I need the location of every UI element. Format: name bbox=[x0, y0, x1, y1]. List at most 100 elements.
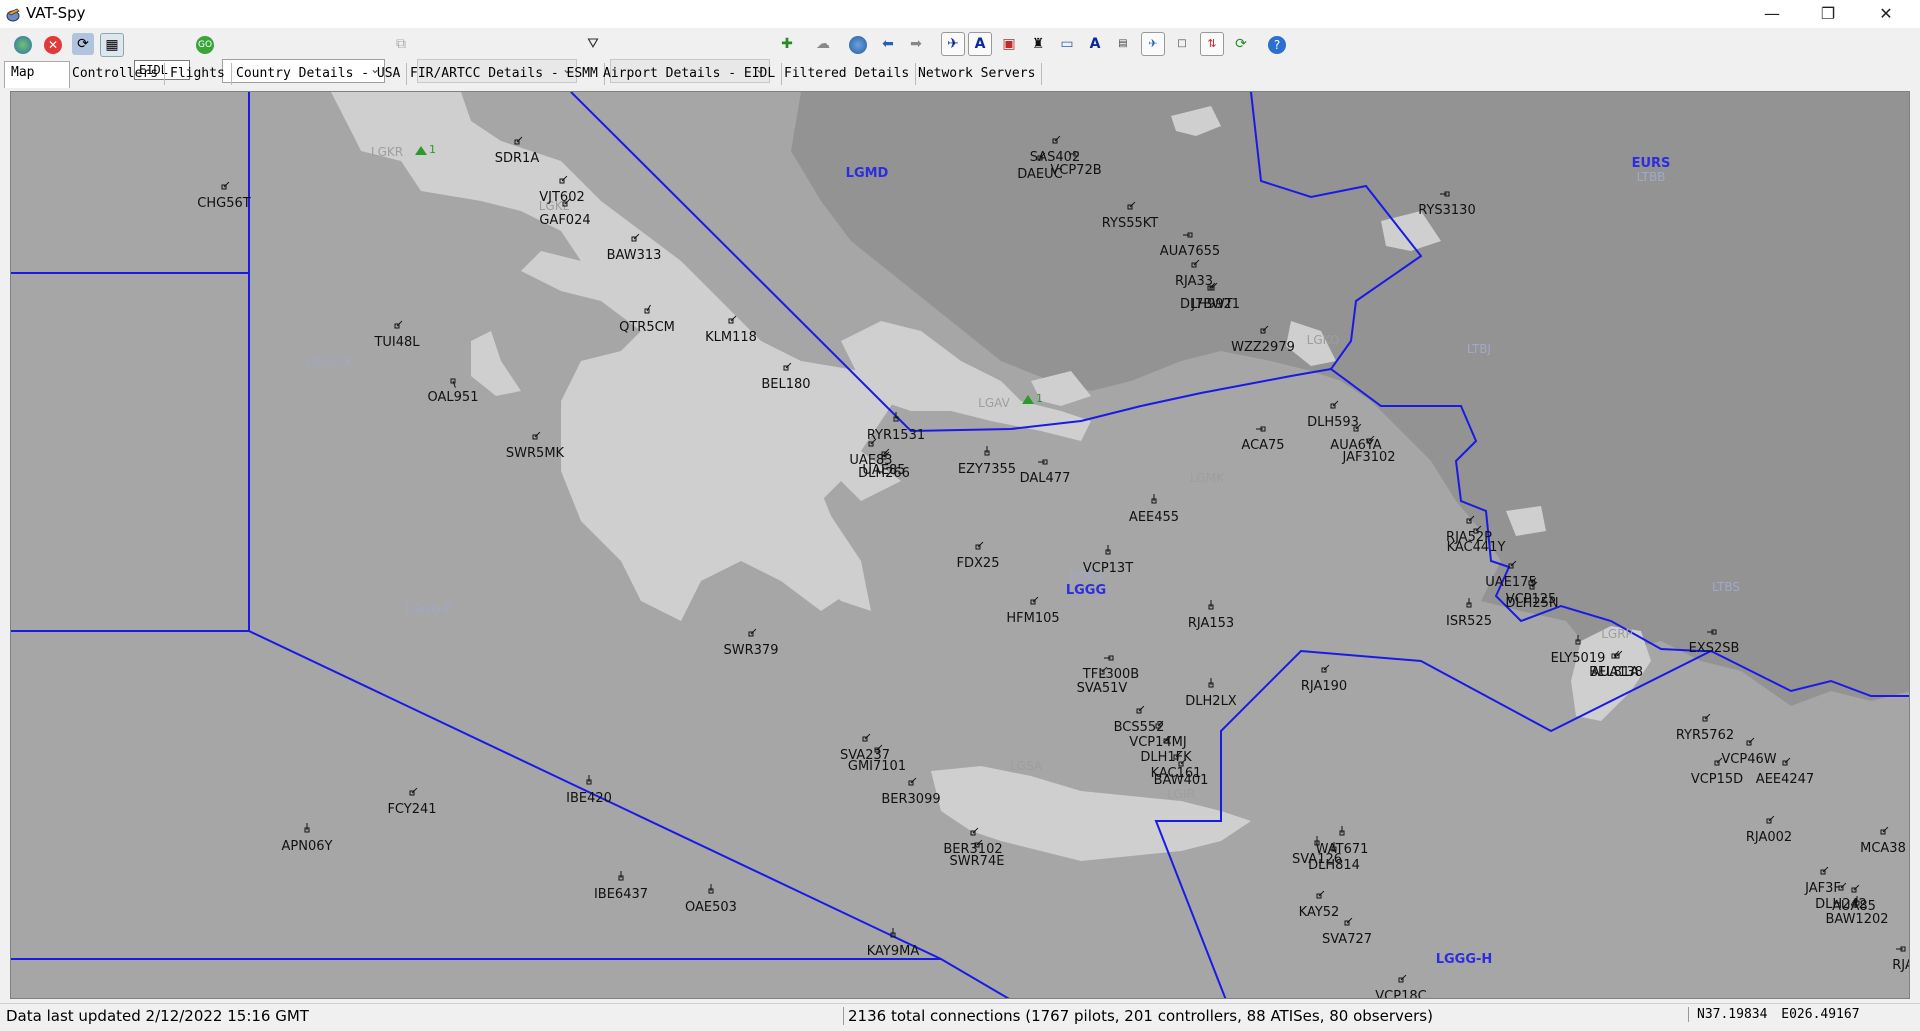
fir-label-lggg-w1: LGGG-K bbox=[306, 355, 354, 369]
map-settings-icon[interactable]: ▦ bbox=[100, 33, 124, 57]
aircraft-callsign: RJA190 bbox=[1301, 679, 1347, 694]
show-fir-icon[interactable]: ▣ bbox=[998, 33, 1020, 55]
aircraft-callsign: RJA bbox=[1892, 958, 1910, 973]
aircraft-callsign: BER3099 bbox=[881, 792, 940, 807]
refresh-network-icon[interactable]: ⟳ bbox=[72, 33, 94, 55]
map-view[interactable]: LGMD LGGG LGGG-H EURS LTBB EURS LTBJ LTBS LGGG-K… bbox=[10, 91, 1910, 999]
cursor-coordinates: N37.19834 E026.49167 bbox=[1688, 1007, 1860, 1022]
add-location-icon[interactable]: ✚ bbox=[776, 33, 798, 55]
tab-controllers[interactable]: Controllers bbox=[66, 63, 166, 85]
aircraft-callsign: OAL951 bbox=[428, 390, 479, 405]
aircraft-callsign: BAW313 bbox=[607, 248, 662, 263]
aircraft-callsign: AUA7655 bbox=[1160, 244, 1220, 259]
aircraft-callsign: KAC441Y bbox=[1447, 540, 1506, 555]
fir-label-lggg: LGGG bbox=[1066, 583, 1106, 598]
refresh-data-icon[interactable]: ⟳ bbox=[1230, 33, 1252, 55]
aircraft-callsign: TUI48L bbox=[373, 335, 420, 350]
aircraft-callsign: DLH593 bbox=[1307, 415, 1359, 430]
fir-label-eurs-top: EURS bbox=[1632, 156, 1671, 171]
status-bar: Data last updated 2/12/2022 15:16 GMT 21… bbox=[0, 1003, 1920, 1031]
fir-label-ltbb: LTBB bbox=[1637, 170, 1666, 184]
airport-label-lgkr: LGKR bbox=[371, 145, 403, 159]
window-title: VAT-Spy bbox=[26, 4, 86, 22]
disconnect-icon[interactable]: ✕ bbox=[44, 36, 62, 54]
restore-button[interactable]: ❐ bbox=[1800, 0, 1856, 28]
aircraft-callsign: DLH9921 bbox=[1180, 297, 1240, 312]
aircraft-callsign: CHG56T bbox=[197, 196, 250, 211]
map-canvas[interactable]: LGMDLGGGLGGG-HEURSLTBBEURSLTBJLTBSLGGG-K… bbox=[11, 92, 1910, 999]
tab-flights[interactable]: Flights bbox=[164, 63, 232, 85]
aircraft-callsign: RJA002 bbox=[1746, 830, 1792, 845]
aircraft-callsign: AUA138 bbox=[1591, 665, 1643, 680]
aircraft-callsign: IBE420 bbox=[566, 791, 612, 806]
fir-label-ltbj: LTBJ bbox=[1467, 342, 1491, 356]
aircraft-callsign: SVA727 bbox=[1322, 932, 1372, 947]
airport-label-lgav: LGAV bbox=[978, 396, 1010, 410]
aircraft-callsign: AEE4247 bbox=[1756, 772, 1814, 787]
aircraft-callsign: DLH2LX bbox=[1185, 694, 1237, 709]
aircraft-callsign: VCP46W bbox=[1721, 752, 1776, 767]
aircraft-callsign: EZY7355 bbox=[958, 462, 1016, 477]
show-tower-icon[interactable]: ♜ bbox=[1027, 33, 1049, 55]
aircraft-callsign: DLH1FK bbox=[1140, 750, 1192, 765]
aircraft-callsign: FCY241 bbox=[387, 802, 436, 817]
aircraft-callsign: RJA153 bbox=[1188, 616, 1234, 631]
minimize-button[interactable]: — bbox=[1744, 0, 1800, 28]
aircraft-callsign: WZZ2979 bbox=[1231, 340, 1295, 355]
show-aircraft-icon[interactable]: ✈ bbox=[941, 32, 965, 56]
aircraft-callsign: ISR525 bbox=[1446, 614, 1492, 629]
fir-label-ltbs: LTBS bbox=[1712, 580, 1740, 594]
filter-icon[interactable]: ⛛ bbox=[582, 33, 604, 55]
aircraft-callsign: SWR5MK bbox=[506, 446, 565, 461]
aircraft-callsign: KAY52 bbox=[1299, 905, 1340, 920]
aircraft-callsign: RJA33 bbox=[1175, 274, 1213, 289]
back-arrow-icon[interactable]: ⬅ bbox=[877, 33, 899, 55]
aircraft-callsign: VJT602 bbox=[539, 190, 584, 205]
show-airports-icon[interactable]: □ bbox=[1171, 33, 1193, 55]
aircraft-callsign: KAY9MA bbox=[867, 944, 920, 959]
app-logo-icon bbox=[6, 8, 20, 22]
copy-icon: ⧉ bbox=[396, 36, 406, 52]
tab-network-servers[interactable]: Network Servers bbox=[912, 63, 1043, 85]
connect-icon[interactable] bbox=[14, 36, 32, 54]
show-airport-labels-icon[interactable]: A bbox=[1084, 33, 1106, 55]
globe-icon[interactable] bbox=[849, 36, 867, 54]
forward-arrow-icon[interactable]: ➡ bbox=[905, 33, 927, 55]
aircraft-callsign: ELY5019 bbox=[1551, 651, 1606, 666]
aircraft-callsign: BAW1202 bbox=[1825, 912, 1888, 927]
close-window-button[interactable]: ✕ bbox=[1858, 0, 1914, 28]
show-runways-icon[interactable]: ▭ bbox=[1056, 33, 1078, 55]
aircraft-callsign: RYS3130 bbox=[1418, 203, 1475, 218]
aircraft-callsign: DLH25N bbox=[1505, 596, 1558, 611]
tab-bar: Map Controllers Flights Country Details … bbox=[0, 60, 1920, 88]
weather-icon[interactable]: ☁ bbox=[812, 33, 834, 55]
airport-label-lgsa: LGSA bbox=[1010, 759, 1043, 773]
aircraft-callsign: HFM105 bbox=[1006, 611, 1059, 626]
show-labels-icon[interactable]: A bbox=[968, 32, 992, 56]
airport-label-lgrp: LGRP bbox=[1601, 627, 1633, 641]
fir-label-lggg-h: LGGG-H bbox=[1436, 952, 1493, 967]
aircraft-callsign: VCP15D bbox=[1691, 772, 1743, 787]
show-traffic-icon[interactable]: ✈ bbox=[1141, 32, 1165, 56]
aircraft-callsign: EXS2SB bbox=[1689, 641, 1740, 656]
aircraft-callsign: APN06Y bbox=[282, 839, 333, 854]
aircraft-callsign: GAF024 bbox=[539, 213, 590, 228]
go-button[interactable]: GO bbox=[196, 36, 214, 54]
sort-icon[interactable]: ⇅ bbox=[1200, 32, 1224, 56]
aircraft-callsign: GMI7101 bbox=[848, 759, 906, 774]
aircraft-callsign: DLH814 bbox=[1308, 858, 1360, 873]
aircraft-callsign: VCP72B bbox=[1050, 163, 1101, 178]
tab-map[interactable]: Map bbox=[4, 61, 70, 88]
aircraft-callsign: SWR379 bbox=[724, 643, 779, 658]
tab-fir-details[interactable]: FIR/ARTCC Details - ESMM bbox=[404, 63, 605, 85]
aircraft-callsign: RYR5762 bbox=[1676, 728, 1734, 743]
aircraft-callsign: OAE503 bbox=[685, 900, 737, 915]
tab-airport-details[interactable]: Airport Details - EIDL bbox=[597, 63, 783, 85]
help-icon[interactable]: ? bbox=[1268, 36, 1286, 54]
last-updated-text: Data last updated 2/12/2022 15:16 GMT bbox=[6, 1007, 309, 1025]
airport-label-lgko: LGKO bbox=[1307, 333, 1340, 347]
tab-country-details[interactable]: Country Details - USA bbox=[230, 63, 408, 85]
show-atis-icon[interactable]: ▤ bbox=[1112, 33, 1134, 55]
tab-filtered-details[interactable]: Filtered Details bbox=[778, 63, 917, 85]
aircraft-callsign: RYS55KT bbox=[1102, 216, 1158, 231]
